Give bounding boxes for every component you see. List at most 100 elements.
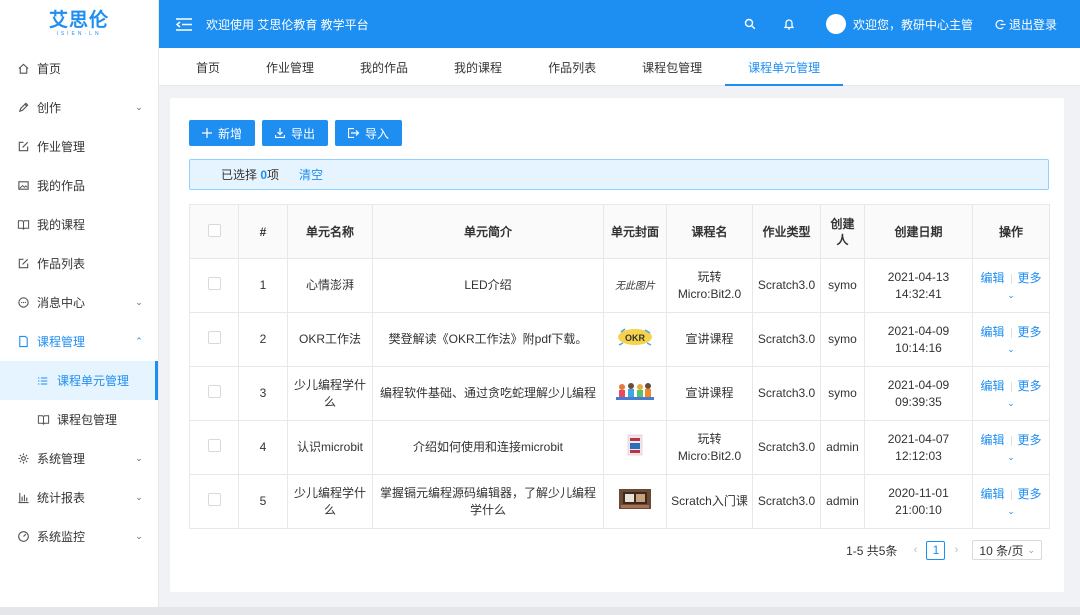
- cell-index: 1: [238, 258, 288, 313]
- row-select-cell: [189, 258, 239, 313]
- chevron-down-icon: ⌄: [135, 492, 143, 502]
- tab-course-package-management[interactable]: 课程包管理: [619, 48, 725, 86]
- edit-link[interactable]: 编辑: [980, 486, 1004, 503]
- column-header: 课程名: [666, 204, 753, 259]
- chevron-down-icon[interactable]: ⌄: [1007, 451, 1015, 463]
- cell-course: 宣讲课程: [666, 366, 753, 421]
- chevron-down-icon: ⌄: [135, 531, 143, 541]
- sidebar-item-home[interactable]: 首页: [0, 49, 158, 88]
- page-size-value: 10 条/页: [979, 543, 1024, 558]
- table-header-row: # 单元名称 单元简介 单元封面 课程名 作业类型 创建人 创建日期 操作: [189, 204, 1050, 259]
- import-button[interactable]: 导入: [335, 120, 403, 146]
- cover-thumbnail-editor[interactable]: [619, 489, 651, 514]
- cover-thumbnail-kids[interactable]: [616, 380, 654, 407]
- selection-suffix: 项: [267, 168, 280, 182]
- cell-creator: admin: [820, 420, 865, 475]
- sidebar-item-label: 我的课程: [37, 218, 86, 232]
- cell-unit-name: 认识microbit: [287, 420, 373, 475]
- tab-homework-management[interactable]: 作业管理: [243, 48, 337, 86]
- bell-icon[interactable]: [782, 17, 796, 31]
- menu-fold-icon[interactable]: [176, 17, 192, 31]
- row-select-cell: [189, 420, 239, 475]
- tab-my-courses[interactable]: 我的课程: [431, 48, 525, 86]
- select-all-checkbox[interactable]: [207, 223, 221, 237]
- cell-homework-type: Scratch3.0: [752, 258, 821, 313]
- tab-my-works[interactable]: 我的作品: [337, 48, 431, 86]
- column-header: 创建日期: [864, 204, 973, 259]
- tab-home[interactable]: 首页: [173, 48, 243, 86]
- table-row: 5 少儿编程学什么 掌握镉元编程源码编辑器，了解少儿编程学什么 Scratch入…: [189, 474, 1050, 529]
- cell-creator: symo: [820, 366, 865, 421]
- logout-button[interactable]: 退出登录: [995, 16, 1057, 33]
- more-link[interactable]: 更多: [1018, 324, 1042, 341]
- edit-icon: [16, 257, 30, 271]
- user-greeting[interactable]: 欢迎您，教研中心主管: [853, 16, 973, 33]
- sidebar-item-messages[interactable]: 消息中心 ⌄: [0, 283, 158, 322]
- sidebar-item-my-courses[interactable]: 我的课程: [0, 205, 158, 244]
- page-size-select[interactable]: 10 条/页 ⌄: [972, 540, 1042, 560]
- sidebar-item-system-monitor[interactable]: 系统监控 ⌄: [0, 517, 158, 556]
- chevron-down-icon: ⌄: [1027, 544, 1035, 555]
- more-link[interactable]: 更多: [1018, 432, 1042, 449]
- selection-count: 0: [260, 167, 268, 182]
- row-checkbox[interactable]: [207, 438, 221, 452]
- sidebar-item-course-management[interactable]: 课程管理 ⌃: [0, 322, 158, 361]
- sidebar-item-work-list[interactable]: 作品列表: [0, 244, 158, 283]
- chevron-down-icon[interactable]: ⌄: [1007, 505, 1015, 517]
- clear-selection-link[interactable]: 清空: [299, 166, 323, 183]
- more-link[interactable]: 更多: [1018, 486, 1042, 503]
- header-actions: 欢迎您，教研中心主管 退出登录: [743, 0, 1080, 48]
- chevron-down-icon[interactable]: ⌄: [1007, 343, 1015, 355]
- more-link[interactable]: 更多: [1018, 270, 1042, 287]
- sidebar-item-label: 系统监控: [37, 530, 86, 544]
- sidebar-item-create[interactable]: 创作 ⌄: [0, 88, 158, 127]
- sidebar-item-homework[interactable]: 作业管理: [0, 127, 158, 166]
- cell-created-date: 2021-04-07 12:12:03: [864, 420, 973, 475]
- row-checkbox[interactable]: [207, 492, 221, 506]
- tab-work-list[interactable]: 作品列表: [525, 48, 619, 86]
- avatar[interactable]: [825, 14, 846, 34]
- message-icon: [16, 296, 30, 310]
- table-row: 3 少儿编程学什么 编程软件基础、通过贪吃蛇理解少儿编程 宣讲课程 Scratc…: [189, 366, 1050, 421]
- add-button[interactable]: 新增: [189, 120, 256, 146]
- more-link[interactable]: 更多: [1018, 378, 1042, 395]
- edit-link[interactable]: 编辑: [980, 432, 1004, 449]
- cell-index: 3: [238, 366, 288, 421]
- pagination: 1-5 共5条 ‹ 1 › 10 条/页 ⌄: [846, 540, 1042, 560]
- export-button[interactable]: 导出: [262, 120, 329, 146]
- row-checkbox[interactable]: [207, 276, 221, 290]
- cell-homework-type: Scratch3.0: [752, 474, 821, 529]
- sidebar-item-statistics[interactable]: 统计报表 ⌄: [0, 478, 158, 517]
- edit-link[interactable]: 编辑: [980, 378, 1004, 395]
- cell-cover: [603, 474, 667, 529]
- sidebar-item-course-unit-management[interactable]: 课程单元管理: [0, 361, 158, 400]
- cell-index: 4: [238, 420, 288, 475]
- book-icon: [36, 413, 50, 427]
- sidebar-item-label: 课程单元管理: [57, 374, 130, 388]
- chevron-down-icon[interactable]: ⌄: [1007, 397, 1015, 409]
- dashboard-icon: [16, 530, 30, 544]
- search-icon[interactable]: [743, 17, 757, 31]
- column-header: 创建人: [820, 204, 865, 259]
- column-header: 单元名称: [287, 204, 373, 259]
- logo: 艾思伦 ISIEN·LN: [0, 0, 158, 48]
- page-number[interactable]: 1: [926, 540, 946, 560]
- sidebar-item-system-management[interactable]: 系统管理 ⌄: [0, 439, 158, 478]
- edit-link[interactable]: 编辑: [980, 324, 1004, 341]
- sidebar-item-course-package-management[interactable]: 课程包管理: [0, 400, 158, 439]
- cover-thumbnail-okr[interactable]: OKR: [617, 326, 653, 353]
- sidebar-item-my-works[interactable]: 我的作品: [0, 166, 158, 205]
- unit-table: # 单元名称 单元简介 单元封面 课程名 作业类型 创建人 创建日期 操作 1 …: [189, 204, 1050, 529]
- cell-course: 玩转Micro:Bit2.0: [666, 420, 753, 475]
- next-page-icon[interactable]: ›: [950, 544, 962, 556]
- cover-thumbnail-microbit[interactable]: [627, 434, 643, 461]
- chevron-down-icon[interactable]: ⌄: [1007, 289, 1015, 301]
- prev-page-icon[interactable]: ‹: [909, 544, 921, 556]
- edit-link[interactable]: 编辑: [980, 270, 1004, 287]
- list-icon: [36, 374, 50, 388]
- row-checkbox[interactable]: [207, 330, 221, 344]
- picture-icon: [16, 179, 30, 193]
- row-checkbox[interactable]: [207, 384, 221, 398]
- tab-course-unit-management[interactable]: 课程单元管理: [725, 48, 844, 86]
- sidebar-item-label: 作品列表: [37, 257, 86, 271]
